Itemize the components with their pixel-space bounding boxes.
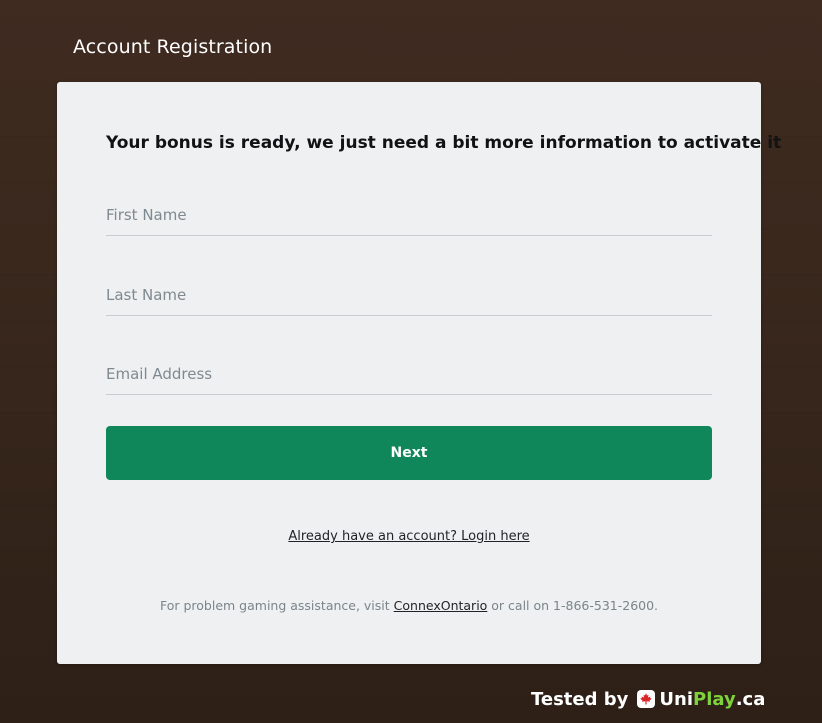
- connexontario-link[interactable]: ConnexOntario: [394, 598, 488, 613]
- email-field[interactable]: [106, 354, 712, 395]
- login-link-container: Already have an account? Login here: [57, 529, 761, 544]
- problem-gaming-notice: For problem gaming assistance, visit Con…: [57, 598, 761, 613]
- login-link[interactable]: Already have an account? Login here: [288, 529, 529, 544]
- first-name-field[interactable]: [106, 195, 712, 236]
- brand-uni: Uni: [659, 688, 694, 710]
- page-title: Account Registration: [73, 36, 273, 58]
- tested-by-label: Tested by: [531, 688, 629, 710]
- help-prefix: For problem gaming assistance, visit: [159, 598, 394, 613]
- last-name-field[interactable]: [106, 275, 712, 316]
- tested-by-badge: Tested by Uni Play .ca: [531, 686, 765, 712]
- brand-tld: .ca: [735, 688, 766, 710]
- help-suffix: or call on 1-866-531-2600.: [487, 598, 659, 613]
- registration-card: Your bonus is ready, we just need a bit …: [57, 82, 781, 664]
- brand-play: Play: [693, 688, 736, 710]
- next-button[interactable]: Next: [106, 426, 712, 480]
- form-headline: Your bonus is ready, we just need a bit …: [106, 133, 782, 153]
- maple-leaf-icon: [637, 690, 656, 708]
